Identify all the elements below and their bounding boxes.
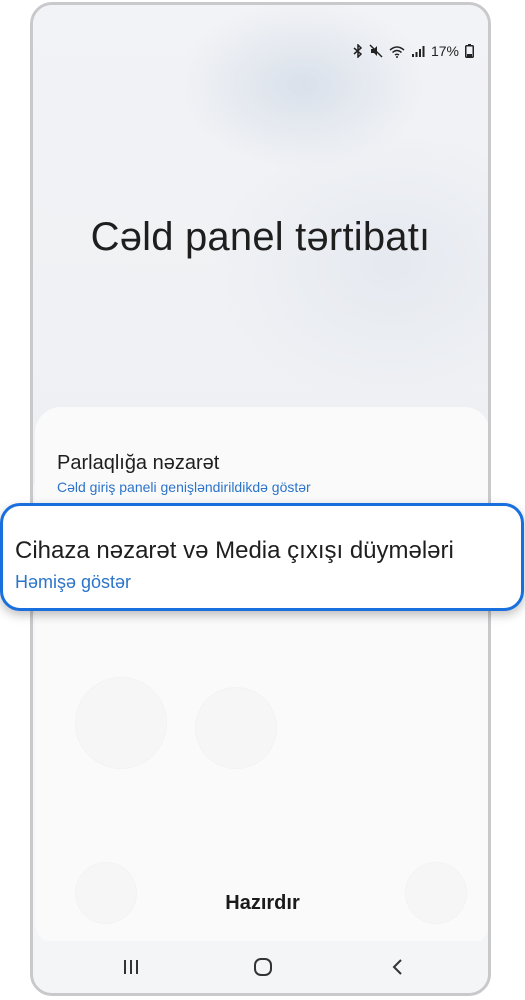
settings-sheet: Parlaqlığa nəzarət Cəld giriş paneli gen… [35, 407, 488, 947]
done-button[interactable]: Hazırdır [35, 892, 488, 915]
device-media-output-title: Cihaza nəzarət və Media çıxışı düyməl​ər… [15, 537, 454, 564]
phone-frame: 17% Cəld panel tərtibatı Parlaqlığa nəza… [30, 2, 491, 996]
status-bar: 17% [353, 43, 474, 59]
device-media-output-setting[interactable]: Cihaza nəzarət və Media çıxışı düyməl​ər… [0, 503, 524, 611]
brightness-control-title: Parlaqlığa nəzarət [57, 452, 220, 474]
signal-icon [411, 45, 425, 58]
wifi-icon [389, 45, 405, 58]
faded-icon [75, 677, 167, 769]
navigation-bar [33, 941, 488, 993]
battery-icon [465, 44, 474, 58]
brightness-control-value: Cəld giriş paneli genişləndirildikdə gös… [57, 479, 311, 495]
faded-icon [195, 687, 277, 769]
mute-icon [369, 44, 383, 58]
battery-percent: 17% [430, 43, 459, 59]
home-icon[interactable] [251, 955, 275, 979]
page-title: Cəld panel tərtibatı [90, 215, 431, 259]
recents-icon[interactable] [119, 955, 143, 979]
brightness-control-setting[interactable]: Parlaqlığa nəzarət Cəld giriş paneli gen… [57, 451, 311, 495]
device-media-output-value: Həmişə göstər [15, 572, 132, 592]
bluetooth-icon [353, 44, 363, 58]
back-icon[interactable] [386, 955, 410, 979]
